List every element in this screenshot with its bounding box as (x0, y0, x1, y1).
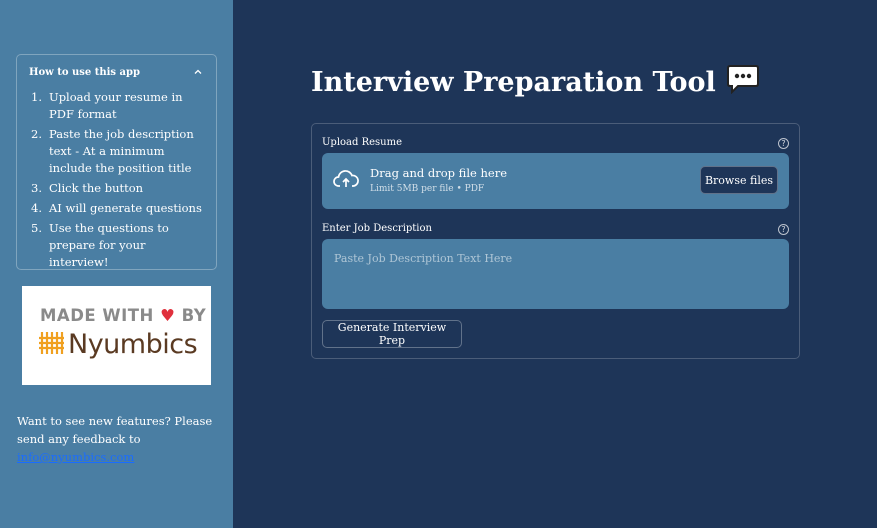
generate-interview-prep-button[interactable]: Generate Interview Prep (322, 320, 462, 348)
steps-list: 1. Upload your resume in PDF format 2. Pas… (17, 89, 216, 271)
help-icon[interactable]: ? (778, 138, 789, 149)
sidebar: How to use this app 1. Upload your resume… (0, 0, 233, 528)
speech-bubble-icon (726, 64, 760, 101)
cloud-upload-icon (333, 169, 359, 193)
feedback-email-link[interactable]: info@nyumbics.com (17, 450, 134, 464)
list-item: 5. Use the questions to prepare for your … (31, 221, 169, 269)
upload-resume-label: Upload Resume (322, 137, 403, 148)
prep-form: Upload Resume ? Drag and drop file here … (311, 123, 800, 359)
job-description-placeholder: Paste Job Description Text Here (334, 252, 513, 265)
list-item: 4. AI will generate questions (31, 201, 202, 215)
badge-brand-row: Nyumbics (38, 329, 198, 360)
how-to-expander: How to use this app 1. Upload your resume… (16, 54, 217, 270)
feedback-text: Want to see new features? Please send an… (17, 414, 213, 464)
help-icon[interactable]: ? (778, 224, 789, 235)
nyumbics-logo-icon (38, 330, 64, 360)
badge-tagline: MADE WITH ♥ BY (40, 306, 207, 325)
dropzone-title: Drag and drop file here (370, 166, 507, 180)
job-description-input[interactable]: Paste Job Description Text Here (322, 239, 789, 309)
resume-dropzone[interactable]: Drag and drop file here Limit 5MB per fi… (322, 153, 789, 209)
made-with-badge: MADE WITH ♥ BY Nyumbics (22, 286, 211, 385)
dropzone-limit: Limit 5MB per file • PDF (370, 184, 485, 194)
browse-files-button[interactable]: Browse files (700, 166, 778, 194)
badge-brand-name: Nyumbics (68, 329, 198, 360)
list-item: 3. Click the button (31, 181, 144, 195)
chevron-up-icon[interactable] (192, 66, 204, 78)
heart-icon: ♥ (160, 306, 176, 325)
job-description-label: Enter Job Description (322, 223, 432, 234)
list-item: 2. Paste the job description text - At a … (31, 127, 194, 175)
list-item: 1. Upload your resume in PDF format (31, 90, 183, 121)
page-title: Interview Preparation Tool (311, 64, 760, 101)
expander-header[interactable]: How to use this app (17, 55, 216, 89)
expander-title: How to use this app (29, 66, 140, 78)
